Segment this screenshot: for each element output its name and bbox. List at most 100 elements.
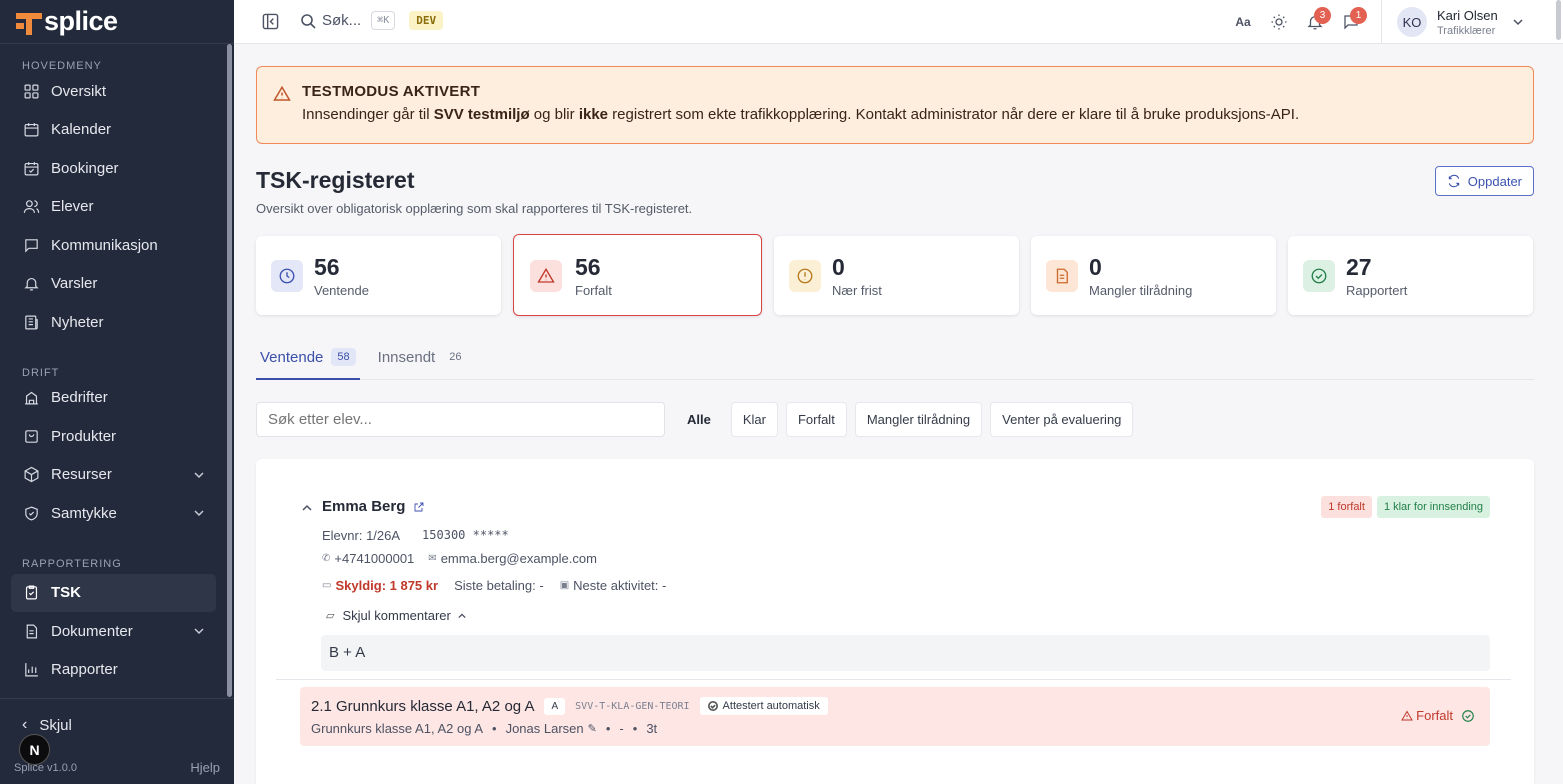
student-search-input[interactable]: [256, 402, 665, 437]
stat-card-rapportert[interactable]: 27 Rapportert: [1288, 236, 1533, 315]
chevron-up-icon[interactable]: [302, 503, 312, 513]
tab-ventende[interactable]: Ventende 58: [256, 336, 360, 380]
section-hovedmeny: HOVEDMENY: [22, 60, 102, 72]
dev-tools-button[interactable]: N: [19, 734, 50, 765]
sidebar-item-kommunikasjon[interactable]: Kommunikasjon: [0, 226, 234, 265]
clipboard-check-icon: [22, 584, 40, 602]
student-badges: 1 forfalt 1 klar for innsending: [1321, 496, 1490, 518]
text-size-button[interactable]: Aa: [1225, 4, 1261, 40]
calendar-check-icon: [22, 159, 40, 177]
course-title-row: 2.1 Grunnkurs klasse A1, A2 og A A SVV-T…: [311, 697, 828, 715]
toggle-comments-button[interactable]: ▱ Skjul kommentarer: [326, 608, 466, 623]
alert-triangle-icon: [1401, 710, 1414, 720]
filter-klar[interactable]: Klar: [730, 402, 778, 437]
sidebar-item-rapporter[interactable]: Rapporter: [0, 651, 234, 690]
sidebar-item-label: Kommunikasjon: [51, 236, 158, 254]
bag-icon: [22, 427, 40, 445]
sidebar-item-dokumenter[interactable]: Dokumenter: [0, 612, 234, 651]
sidebar-item-varsler[interactable]: Varsler: [0, 265, 234, 304]
bar-chart-icon: [22, 661, 40, 679]
chevron-down-icon: [194, 471, 204, 478]
pencil-icon[interactable]: ✎: [588, 722, 597, 735]
tab-label: Innsendt: [377, 348, 436, 366]
external-link-icon[interactable]: [413, 501, 425, 513]
sidebar-item-tsk[interactable]: TSK: [11, 573, 216, 612]
notifications-count: 3: [1314, 7, 1331, 24]
alert-triangle-icon: [530, 260, 562, 292]
check-circle-icon: [707, 701, 718, 711]
course-details: Grunnkurs klasse A1, A2 og A • Jonas Lar…: [311, 721, 657, 736]
tab-innsendt[interactable]: Innsendt 26: [374, 336, 472, 378]
comment-text: B + A: [321, 635, 1490, 671]
messages-count: 1: [1350, 7, 1367, 24]
version-text: Splice v1.0.0: [14, 762, 77, 774]
sidebar-item-label: Varsler: [51, 275, 98, 293]
sidebar-item-bookinger[interactable]: Bookinger: [0, 149, 234, 188]
stat-value: 0: [832, 254, 845, 280]
check-circle-icon[interactable]: [1461, 709, 1475, 723]
help-link[interactable]: Hjelp: [190, 760, 220, 775]
sidebar-item-produkter[interactable]: Produkter: [0, 417, 234, 456]
stat-value: 0: [1089, 254, 1102, 280]
messages-button[interactable]: 1: [1333, 4, 1369, 40]
theme-toggle-button[interactable]: [1261, 4, 1297, 40]
filter-mangler-tilradning[interactable]: Mangler tilrådning: [854, 402, 983, 437]
student-finance: ▭ Skyldig: 1 875 kr Siste betaling: - ▣ …: [322, 578, 666, 593]
stat-card-forfalt[interactable]: 56 Forfalt: [513, 234, 762, 316]
phone[interactable]: +4741000001: [334, 551, 414, 566]
course-date: -: [619, 721, 624, 736]
text-size-icon: Aa: [1235, 15, 1251, 29]
comment-icon: ▱: [326, 610, 335, 622]
stat-card-ventende[interactable]: 56 Ventende: [256, 236, 501, 315]
sidebar-item-kalender[interactable]: Kalender: [0, 111, 234, 150]
sidebar-item-bedrifter[interactable]: Bedrifter: [0, 379, 234, 418]
course-code: SVV-T-KLA-GEN-TEORI: [575, 700, 690, 712]
refresh-button[interactable]: Oppdater: [1434, 166, 1534, 196]
notifications-button[interactable]: 3: [1297, 4, 1333, 40]
user-role: Trafikklærer: [1437, 24, 1496, 37]
separator-dot: •: [492, 721, 497, 736]
refresh-icon: [1448, 174, 1459, 188]
sidebar-item-resurser[interactable]: Resurser: [0, 456, 234, 495]
sidebar-item-elever[interactable]: Elever: [0, 188, 234, 227]
user-menu[interactable]: KO Kari Olsen Trafikklærer: [1381, 0, 1561, 44]
class-badge: A: [544, 697, 566, 715]
course-row[interactable]: 2.1 Grunnkurs klasse A1, A2 og A A SVV-T…: [300, 687, 1490, 746]
stat-value: 56: [314, 254, 340, 280]
status-label: Forfalt: [1416, 708, 1453, 723]
bell-icon: [22, 275, 40, 293]
logo[interactable]: splice: [0, 0, 234, 44]
sidebar-item-oversikt[interactable]: Oversikt: [0, 72, 234, 111]
sidebar-scrollbar[interactable]: [227, 44, 232, 697]
grid-icon: [22, 82, 40, 100]
sidebar-item-label: Rapporter: [51, 661, 118, 679]
email[interactable]: emma.berg@example.com: [441, 551, 597, 566]
filter-alle[interactable]: Alle: [675, 402, 723, 437]
alert-circle-icon: [789, 260, 821, 292]
sidebar-item-nyheter[interactable]: Nyheter: [0, 303, 234, 342]
sidebar-item-samtykke[interactable]: Samtykke: [0, 494, 234, 533]
attest-badge: Attestert automatisk: [699, 697, 828, 715]
main-scrollbar[interactable]: [1556, 0, 1561, 40]
stat-label: Forfalt: [575, 283, 612, 298]
student-name[interactable]: Emma Berg: [322, 498, 425, 515]
student-card: Emma Berg 1 forfalt 1 klar for innsendin…: [256, 459, 1534, 784]
chat-icon: [22, 236, 40, 254]
filter-venter-pa-evaluering[interactable]: Venter på evaluering: [990, 402, 1134, 437]
mail-icon: ✉: [428, 553, 437, 564]
sidebar-toggle-icon[interactable]: [262, 13, 279, 30]
document-icon: [22, 622, 40, 640]
stat-label: Mangler tilrådning: [1089, 283, 1193, 298]
next-activity: Neste aktivitet: -: [573, 578, 667, 593]
alert-body: Innsendinger går til SVV testmiljø og bl…: [302, 106, 1300, 123]
main-content: TESTMODUS AKTIVERT Innsendinger går til …: [256, 44, 1534, 784]
hide-sidebar-label: Skjul: [39, 716, 72, 734]
global-search[interactable]: Søk... ⌘K DEV: [300, 11, 444, 30]
stat-label: Rapportert: [1346, 283, 1408, 298]
sidebar-item-label: TSK: [51, 584, 81, 602]
filter-forfalt[interactable]: Forfalt: [785, 402, 847, 437]
stat-card-naer-frist[interactable]: 0 Nær frist: [774, 236, 1019, 315]
chevron-down-icon: [194, 510, 204, 517]
tabs: Ventende 58 Innsendt 26: [256, 336, 1534, 380]
stat-card-mangler-tilradning[interactable]: 0 Mangler tilrådning: [1031, 236, 1276, 315]
